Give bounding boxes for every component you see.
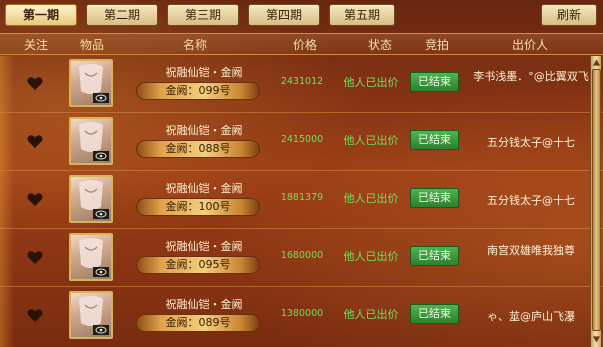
table-row: 祝融仙铠・金阙 金阙：100号 1881379 他人已出价 已结束 五分钱太子@…	[0, 172, 603, 229]
item-thumbnail[interactable]	[69, 291, 113, 339]
bidder-name: 五分钱太子@十七	[487, 136, 575, 149]
table-row: 祝融仙铠・金阙 金阙：099号 2431012 他人已出价 已结束 李书浅墨．°…	[0, 56, 603, 113]
header-name: 名称	[182, 38, 207, 52]
item-serial-plate: 金阙：089号	[136, 314, 260, 332]
header-follow: 关注	[23, 38, 48, 52]
item-serial-plate: 金阙：088号	[136, 140, 260, 158]
tab-period-3[interactable]: 第三期	[167, 4, 239, 26]
tab-period-2[interactable]: 第二期	[86, 4, 158, 26]
item-price: 1881379	[280, 192, 324, 203]
bidder-name: 李书浅墨．°@比翼双飞	[473, 70, 589, 83]
bid-button[interactable]: 已结束	[410, 246, 459, 266]
bidder-name: ゃ、莁@庐山飞瀑	[487, 310, 575, 323]
item-name: 祝融仙铠・金阙	[165, 182, 243, 195]
heart-icon[interactable]	[27, 76, 43, 91]
period-tab-bar: 第一期 第二期 第三期 第四期 第五期 刷新	[0, 0, 603, 32]
tab-period-1[interactable]: 第一期	[5, 4, 77, 26]
table-header: 关注 物品 名称 价格 状态 竞拍 出价人	[0, 33, 603, 55]
item-thumbnail[interactable]	[69, 175, 113, 223]
item-price: 1680000	[280, 250, 324, 261]
bid-button[interactable]: 已结束	[410, 188, 459, 208]
item-price: 2415000	[280, 134, 324, 145]
header-price: 价格	[292, 38, 317, 52]
item-name: 祝融仙铠・金阙	[165, 124, 243, 137]
item-name: 祝融仙铠・金阙	[165, 298, 243, 311]
tab-period-5[interactable]: 第五期	[329, 4, 395, 26]
auction-panel: 第一期 第二期 第三期 第四期 第五期 刷新 关注 物品 名称 价格 状态 竞拍…	[0, 0, 603, 347]
header-status: 状态	[367, 38, 392, 52]
item-thumbnail[interactable]	[69, 233, 113, 281]
heart-icon[interactable]	[27, 192, 43, 207]
item-thumbnail[interactable]	[69, 59, 113, 107]
item-status: 他人已出价	[343, 250, 399, 263]
header-bidder: 出价人	[511, 38, 548, 52]
scrollbar-thumb[interactable]	[592, 69, 601, 331]
table-row: 祝融仙铠・金阙 金阙：089号 1380000 他人已出价 已结束 ゃ、莁@庐山…	[0, 288, 603, 345]
heart-icon[interactable]	[27, 308, 43, 323]
header-auction: 竞拍	[424, 38, 449, 52]
item-serial-plate: 金阙：100号	[136, 198, 260, 216]
bid-button[interactable]: 已结束	[410, 72, 459, 92]
item-status: 他人已出价	[343, 192, 399, 205]
bid-button[interactable]: 已结束	[410, 130, 459, 150]
heart-icon[interactable]	[27, 250, 43, 265]
bidder-name: 南宫双雄唯我独尊	[487, 244, 575, 257]
item-price: 1380000	[280, 308, 324, 319]
item-name: 祝融仙铠・金阙	[165, 240, 243, 253]
tab-period-4[interactable]: 第四期	[248, 4, 320, 26]
scroll-down-arrow-icon[interactable]	[592, 336, 601, 343]
table-row: 祝融仙铠・金阙 金阙：095号 1680000 他人已出价 已结束 南宫双雄唯我…	[0, 230, 603, 287]
bidder-name: 五分钱太子@十七	[487, 194, 575, 207]
table-row: 祝融仙铠・金阙 金阙：088号 2415000 他人已出价 已结束 五分钱太子@…	[0, 114, 603, 171]
item-name: 祝融仙铠・金阙	[165, 66, 243, 79]
item-serial-plate: 金阙：099号	[136, 82, 260, 100]
item-thumbnail[interactable]	[69, 117, 113, 165]
item-status: 他人已出价	[343, 134, 399, 147]
heart-icon[interactable]	[27, 134, 43, 149]
header-item: 物品	[79, 38, 104, 52]
refresh-button[interactable]: 刷新	[541, 4, 597, 26]
scroll-up-arrow-icon[interactable]	[592, 59, 601, 66]
table-scrollbar[interactable]	[590, 56, 601, 347]
item-status: 他人已出价	[343, 308, 399, 321]
bid-button[interactable]: 已结束	[410, 304, 459, 324]
item-price: 2431012	[280, 76, 324, 87]
item-serial-plate: 金阙：095号	[136, 256, 260, 274]
item-status: 他人已出价	[343, 76, 399, 89]
